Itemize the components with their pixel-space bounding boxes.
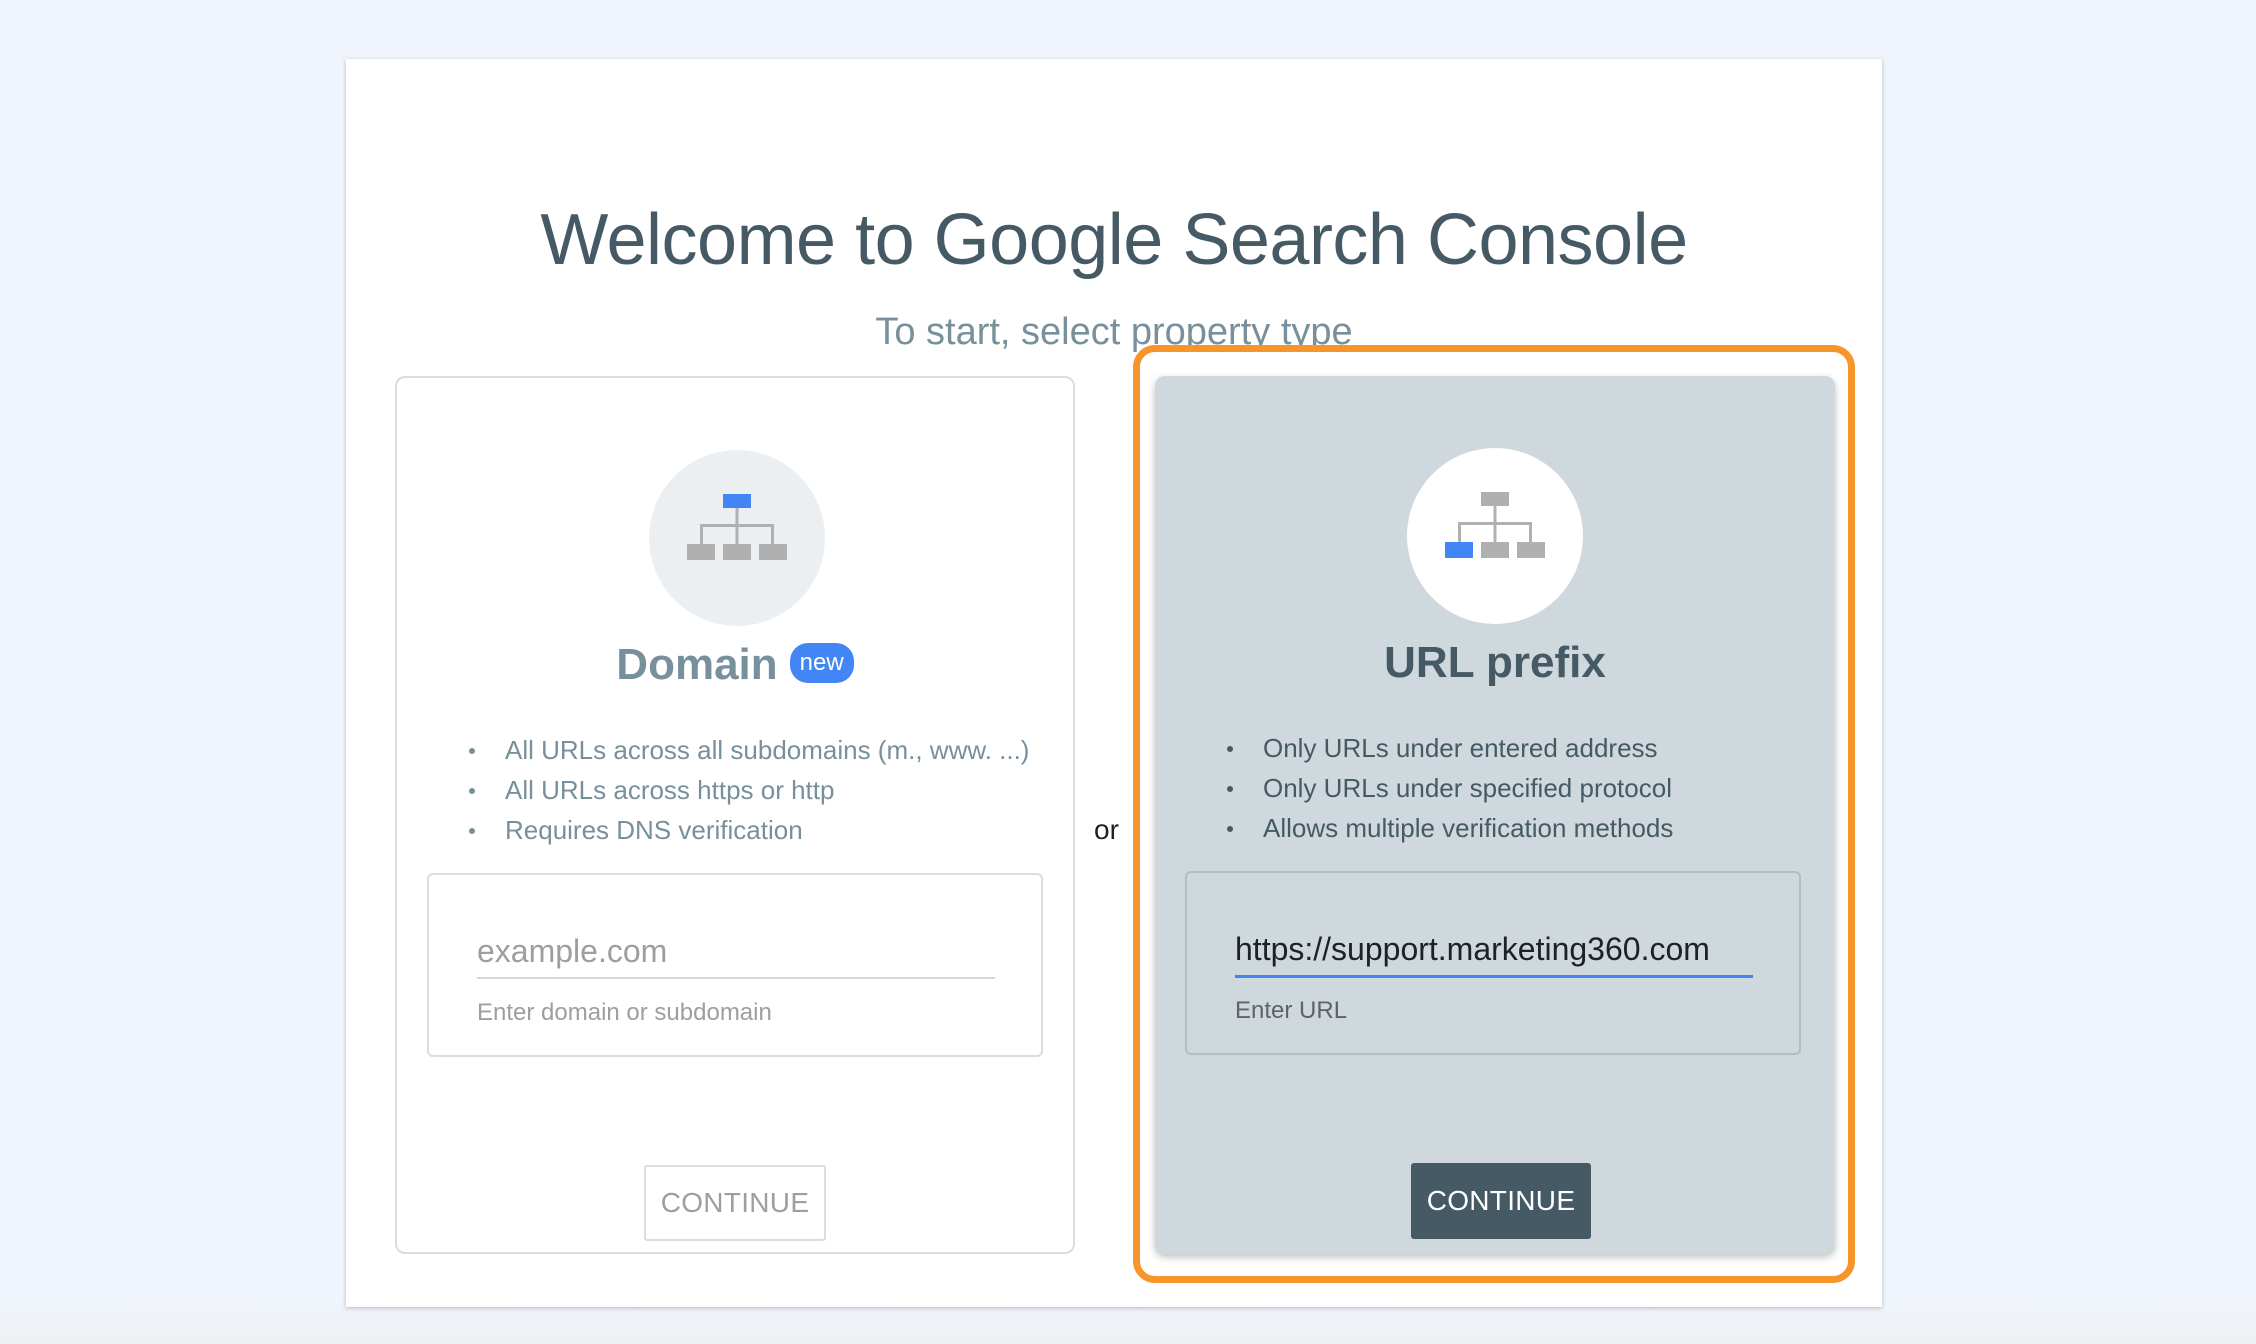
selection-highlight-outline [1133, 345, 1855, 1283]
list-item: Requires DNS verification [467, 810, 1029, 850]
list-item: All URLs across https or http [467, 770, 1029, 810]
page-title: Welcome to Google Search Console [540, 200, 1688, 280]
domain-input[interactable] [477, 925, 995, 977]
domain-feature-list: All URLs across all subdomains (m., www.… [467, 730, 1029, 850]
list-item: All URLs across all subdomains (m., www.… [467, 730, 1029, 770]
domain-card-title: Domain new [397, 640, 1073, 690]
site-hierarchy-icon [687, 494, 787, 560]
welcome-dialog: Welcome to Google Search Console To star… [346, 59, 1882, 1307]
or-separator: or [1094, 814, 1119, 845]
new-badge: new [789, 643, 854, 684]
domain-field-box: Enter domain or subdomain [427, 873, 1043, 1057]
domain-input-underline [477, 977, 995, 979]
domain-property-card[interactable]: Domain new All URLs across all subdomains… [395, 376, 1075, 1254]
domain-continue-button[interactable]: CONTINUE [644, 1165, 826, 1241]
domain-input-hint: Enter domain or subdomain [477, 999, 772, 1026]
domain-icon-circle [649, 450, 825, 626]
domain-title-text: Domain [616, 640, 778, 689]
